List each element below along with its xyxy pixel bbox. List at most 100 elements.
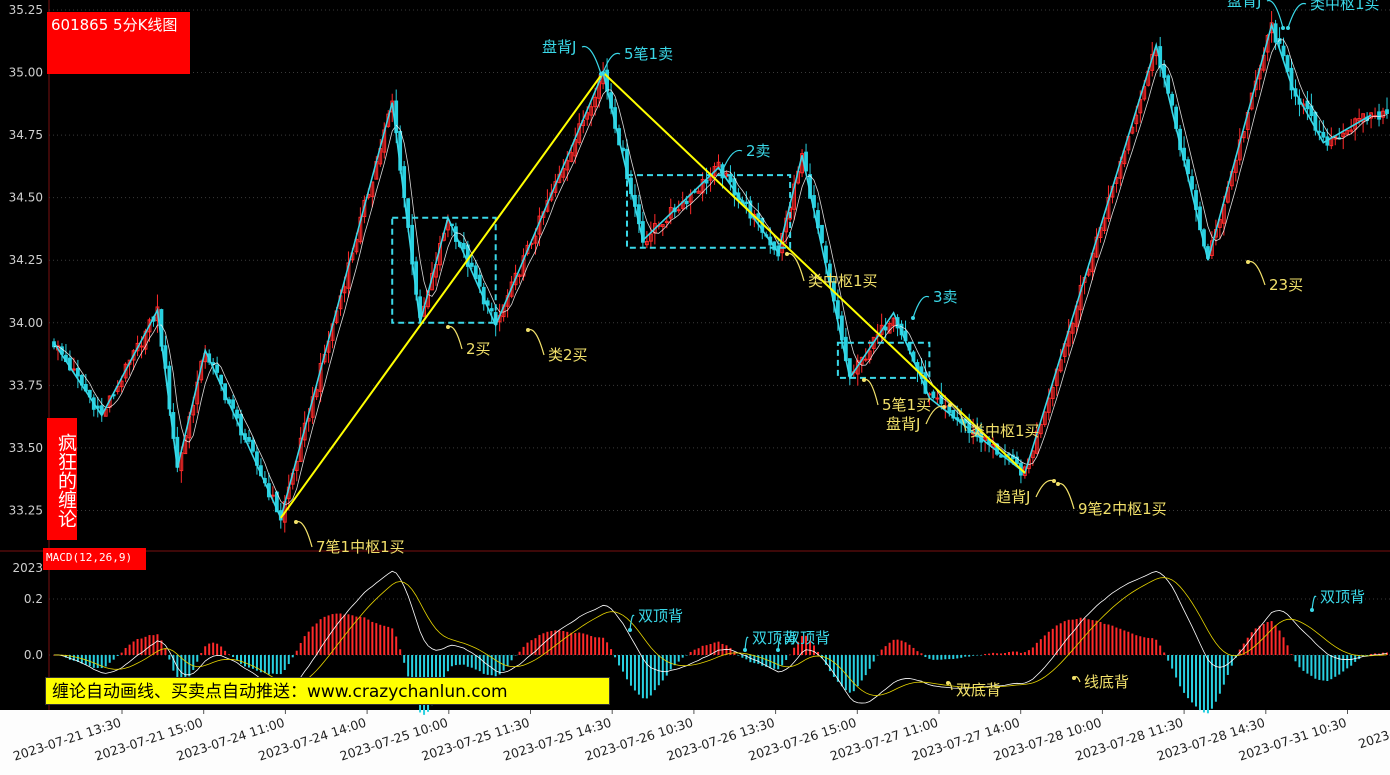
candle-body [139,345,144,348]
macd-bar [868,655,871,669]
macd-bar [351,615,354,655]
macd-bar [1198,655,1201,711]
macd-bar [1023,652,1026,655]
macd-bar [618,655,621,666]
macd-bar [1007,652,1010,655]
macd-bar [371,621,374,655]
macd-bar [1043,635,1046,655]
y-tick-label: 35.00 [9,66,43,80]
candle-body [71,368,76,371]
candle-body [935,397,940,400]
macd-bar [848,655,851,693]
macd-bar [733,651,736,655]
macd-bar [956,655,959,659]
candle-body [1377,111,1381,120]
y-tick-label: 33.75 [9,378,43,392]
macd-bar [454,655,457,666]
macd-bar [164,648,167,655]
macd-bar [458,655,461,665]
macd-bar [876,655,879,656]
macd-bar [693,649,696,655]
macd-y-tick-label: 0.0 [24,648,43,662]
macd-bar [232,655,235,658]
annotation-label: 7笔1中枢1买 [316,538,405,556]
annotation-arrow-head [911,316,915,320]
macd-bar [267,655,270,675]
macd-bar [582,633,585,655]
macd-bar [152,635,155,655]
macd-bar [196,655,199,662]
promo-banner[interactable]: 缠论自动画线、买卖点自动推送：www.crazychanlun.com [45,677,610,705]
stock-title: 601865 5分K线图 [47,12,190,74]
macd-bar [124,647,127,655]
macd-bar [892,639,895,655]
y-tick-label: 34.50 [9,191,43,205]
macd-bar [518,651,521,655]
macd-bar [387,626,390,655]
candle-body [251,439,255,452]
macd-bar [1346,655,1349,669]
macd-bar [1191,655,1194,703]
macd-bar [470,655,473,668]
candle-body [75,367,80,377]
macd-bar [1266,622,1269,655]
macd-bar [968,655,971,657]
macd-bar [228,654,231,655]
macd-bar [375,623,378,655]
macd-bar [1159,645,1162,655]
macd-bar [701,645,704,655]
macd-bar [685,655,688,656]
candle-body [744,201,749,205]
macd-bar [379,624,382,655]
macd-bar [729,647,732,655]
candle-body [863,358,868,361]
macd-bar [952,655,955,660]
macd-bar [614,655,617,658]
macd-bar [1298,655,1301,668]
macd-bar [586,634,589,655]
candle-body [461,242,466,250]
macd-bar [916,651,919,655]
annotation-label: 类中枢1买 [970,422,1040,440]
macd-bar [514,655,517,656]
macd-bar [1004,653,1007,655]
macd-bar [1019,652,1022,655]
macd-bar [1151,638,1154,655]
macd-bar [403,655,406,663]
macd-bar [888,642,891,655]
macd-bar [132,641,135,655]
macd-bar [510,655,513,661]
macd-bar [220,646,223,655]
macd-bar [200,652,203,655]
macd-bar [224,650,227,655]
macd-bar [924,655,927,658]
annotation-label: 5笔1买 [882,396,931,414]
y-tick-label: 34.00 [9,316,43,330]
macd-bar [188,655,191,677]
annotation-arrow-head [942,405,946,409]
macd-bar [299,642,302,655]
macd-bar [610,649,613,655]
macd-bar [108,655,111,663]
macd-bar [383,625,386,655]
macd-bar [450,655,453,667]
candle-body [684,200,689,205]
macd-bar [216,643,219,655]
macd-bar [936,655,939,660]
annotation-arrow-head [1281,26,1285,30]
macd-bar [1027,650,1030,655]
macd-bar [1290,654,1293,655]
macd-bar [900,640,903,655]
macd-bar [335,613,338,655]
macd-bar [566,631,569,655]
candle-body [235,409,239,419]
macd-bar [1035,642,1038,655]
macd-bar [1179,655,1182,687]
macd-bar [964,655,967,657]
annotation-label: 2买 [466,340,491,358]
macd-bar [1206,655,1209,714]
macd-bar [1075,619,1078,655]
annotation-arrow-head [446,325,450,329]
macd-bar [291,655,294,658]
annotation-arrow-head [862,378,866,382]
